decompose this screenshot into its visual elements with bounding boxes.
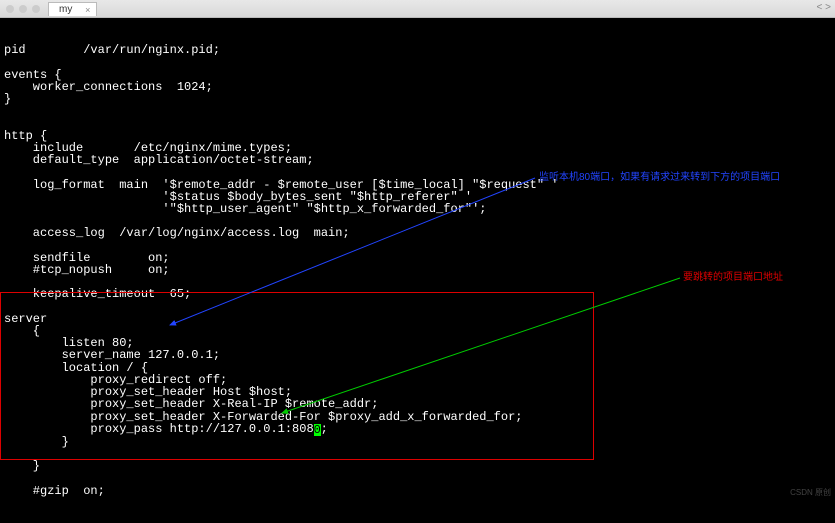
annotation-listen: 监听本机80端口，如果有请求过来转到下方的项目端口 (539, 168, 780, 183)
file-tab[interactable]: my × (48, 2, 97, 16)
watermark: CSDN 原创 (790, 487, 831, 498)
tab-label: my (59, 4, 72, 15)
close-dot[interactable] (6, 5, 14, 13)
annotation-proxy: 要跳转的项目端口地址 (683, 268, 783, 283)
close-icon[interactable]: × (85, 5, 90, 15)
window-titlebar: my × < > (0, 0, 835, 18)
minimize-dot[interactable] (19, 5, 27, 13)
maximize-dot[interactable] (32, 5, 40, 13)
menu-icon[interactable]: < > (817, 2, 831, 13)
window-controls (6, 5, 40, 13)
